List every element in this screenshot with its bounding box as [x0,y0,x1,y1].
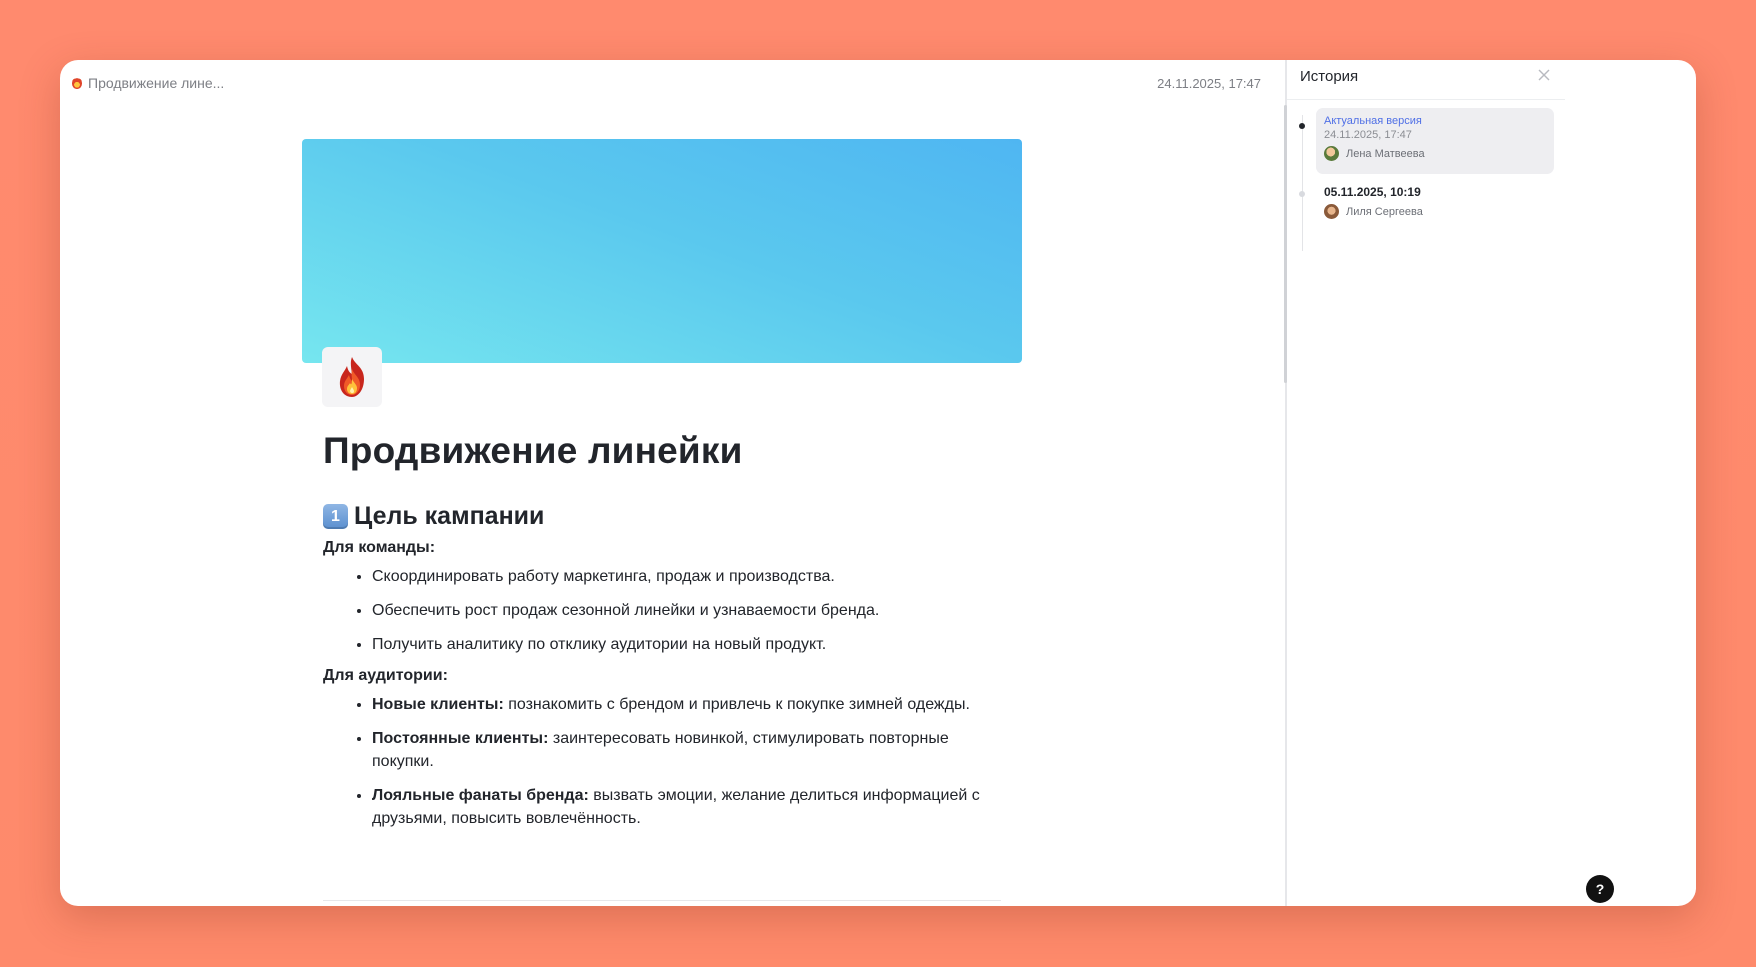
avatar [1324,146,1339,161]
fire-icon [339,357,364,397]
team-list: Скоординировать работу маркетинга, прода… [323,565,1003,656]
timeline-dot-active [1299,123,1305,129]
history-header: История [1287,60,1565,100]
close-icon[interactable] [1537,68,1551,82]
section-heading[interactable]: 1 Цель кампании [323,502,1003,531]
timeline-line [1302,115,1303,251]
list-item[interactable]: Лояльные фанаты бренда: вызвать эмоции, … [372,784,1003,830]
fire-icon [72,77,82,89]
list-item[interactable]: Обеспечить рост продаж сезонной линейки … [372,599,1003,622]
app-window: Продвижение лине... 24.11.2025, 17:47 Пр… [60,60,1696,906]
version-author-name: Лена Матвеева [1346,147,1425,160]
modified-date: 24.11.2025, 17:47 [1157,76,1261,91]
list-item-bold: Постоянные клиенты: [372,730,549,747]
list-item[interactable]: Постоянные клиенты: заинтересовать новин… [372,727,1003,773]
history-panel: История Актуальная версия 24.11.2025, 17… [1284,60,1696,906]
cover-image[interactable] [302,139,1022,363]
keycap-one-icon: 1 [323,504,348,529]
list-item-text: познакомить с брендом и привлечь к покуп… [503,696,970,713]
scrollbar[interactable] [1284,105,1287,383]
document-content: Продвижение линейки 1 Цель кампании Для … [323,430,1003,841]
version-date: 24.11.2025, 17:47 [1324,129,1412,141]
section-title: Цель кампании [354,502,545,530]
page-icon[interactable] [322,347,382,407]
current-version-label: Актуальная версия [1324,115,1422,127]
audience-label[interactable]: Для аудитории: [323,667,1003,685]
page-title[interactable]: Продвижение линейки [323,430,1003,472]
breadcrumb-title[interactable]: Продвижение лине... [88,75,224,91]
timeline-dot [1299,191,1305,197]
team-label[interactable]: Для команды: [323,539,1003,557]
version-author: Лена Матвеева [1324,146,1425,161]
list-item[interactable]: Новые клиенты: познакомить с брендом и п… [372,693,1003,716]
version-author-name: Лиля Сергеева [1346,205,1423,218]
version-current[interactable]: Актуальная версия 24.11.2025, 17:47 Лена… [1316,108,1554,174]
audience-list: Новые клиенты: познакомить с брендом и п… [323,693,1003,830]
history-title: История [1300,68,1359,85]
version-author: Лиля Сергеева [1324,204,1423,219]
list-item[interactable]: Скоординировать работу маркетинга, прода… [372,565,1003,588]
list-item-bold: Новые клиенты: [372,696,504,713]
version-date: 05.11.2025, 10:19 [1324,185,1421,199]
breadcrumb[interactable]: Продвижение лине... [72,75,224,91]
document-area: Продвижение лине... 24.11.2025, 17:47 Пр… [60,60,1285,906]
help-button[interactable]: ? [1586,875,1614,903]
version-item[interactable]: 05.11.2025, 10:19 Лиля Сергеева [1316,179,1554,229]
avatar [1324,204,1339,219]
list-item[interactable]: Получить аналитику по отклику аудитории … [372,633,1003,656]
list-item-bold: Лояльные фанаты бренда: [372,787,589,804]
divider [323,900,1001,901]
